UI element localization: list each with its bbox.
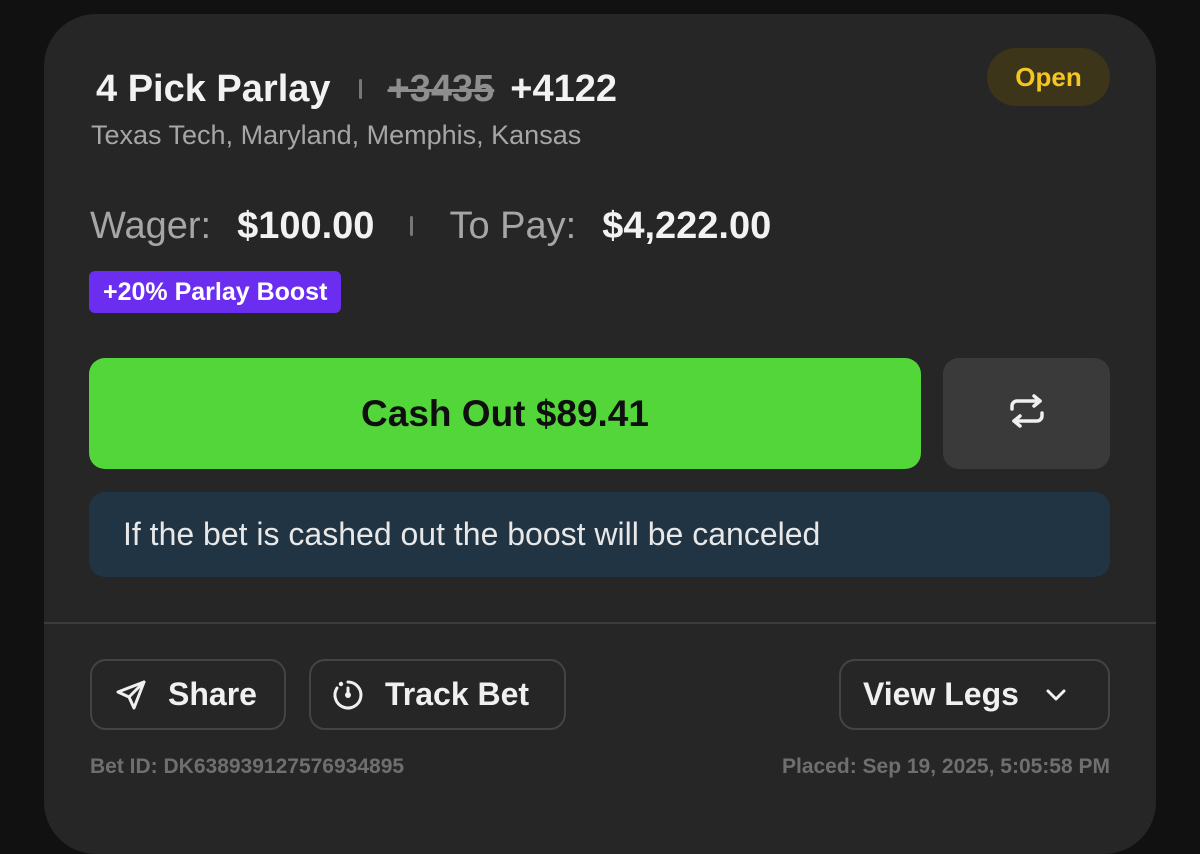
divider [44,622,1156,624]
parlay-boost-badge: +20% Parlay Boost [89,271,342,313]
wager-value: $100.00 [237,204,375,247]
send-icon [114,678,148,712]
chevron-down-icon [1045,688,1067,702]
clock-icon [331,678,365,712]
wager-summary: Wager: $100.00 To Pay: $4,222.00 [90,200,771,252]
bet-header: 4 Pick Parlay +3435 +4122 [96,64,617,114]
to-pay-value: $4,222.00 [602,204,772,247]
view-legs-button[interactable]: View Legs [839,659,1110,730]
refresh-button[interactable] [943,358,1110,469]
cash-out-button[interactable]: Cash Out $89.41 [89,358,921,469]
view-legs-label: View Legs [863,676,1019,712]
original-odds: +3435 [387,67,495,110]
track-bet-button[interactable]: Track Bet [309,659,566,730]
bet-teams: Texas Tech, Maryland, Memphis, Kansas [91,120,582,150]
separator [410,216,414,236]
share-label: Share [168,676,257,712]
placed-timestamp: Placed: Sep 19, 2025, 5:05:58 PM [781,755,1110,778]
boosted-odds: +4122 [510,67,617,110]
separator [358,79,362,99]
bet-title: 4 Pick Parlay [96,67,331,110]
share-button[interactable]: Share [90,659,286,730]
cashout-notice: If the bet is cashed out the boost will … [89,492,1110,577]
wager-label: Wager: [90,204,212,247]
swap-arrows-icon [1007,394,1047,433]
status-badge: Open [987,48,1110,106]
to-pay-label: To Pay: [449,204,577,247]
bet-id: Bet ID: DK638939127576934895 [90,755,405,778]
track-bet-label: Track Bet [385,676,530,712]
